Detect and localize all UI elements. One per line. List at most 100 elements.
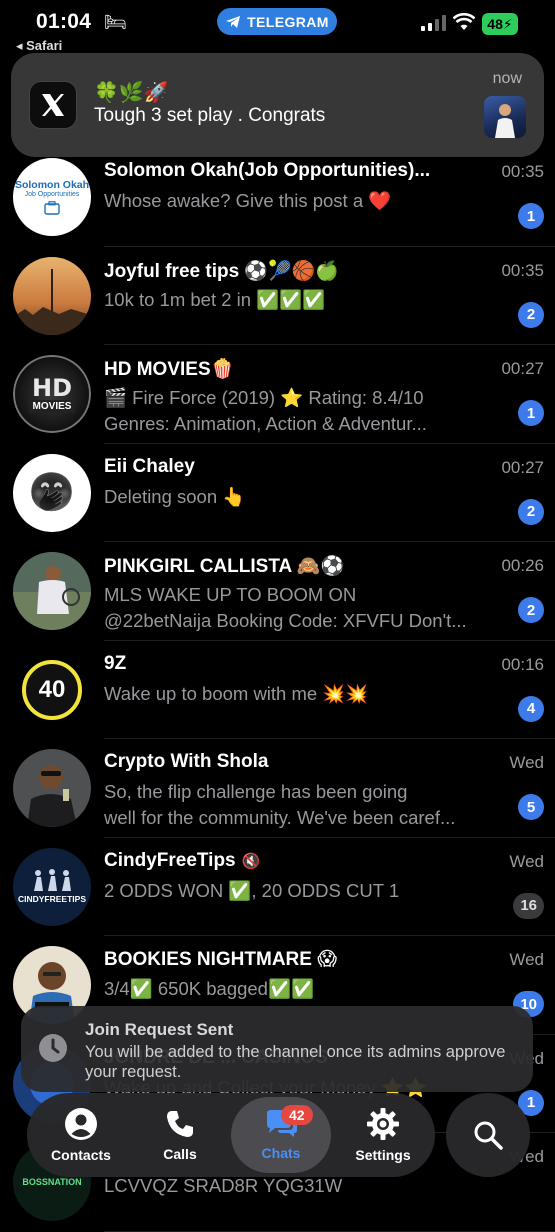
telegram-activity-pill[interactable]: TELEGRAM bbox=[217, 8, 337, 35]
chat-time: Wed bbox=[509, 753, 544, 772]
chat-title-text: CindyFreeTips bbox=[104, 849, 236, 871]
chat-preview-line: 3/4✅ 650K bagged✅✅ bbox=[104, 978, 315, 999]
chat-time: 00:27 bbox=[501, 457, 544, 477]
notification-thumbnail bbox=[484, 96, 526, 138]
pill-label: TELEGRAM bbox=[247, 13, 329, 30]
search-icon bbox=[474, 1121, 503, 1150]
chat-row[interactable]: Joyful free tips ⚽🎾🏀🍏 00:35 10k to 1m be… bbox=[0, 247, 555, 345]
muted-speaker-icon: 🔇 bbox=[241, 852, 261, 870]
chat-title-text: HD MOVIES🍿 bbox=[104, 359, 235, 380]
chat-preview: Whose awake? Give this post a ❤️ bbox=[104, 188, 509, 214]
chat-row[interactable]: 40 9Z 00:16 Wake up to boom with me 💥💥 4 bbox=[0, 641, 555, 739]
notification-message: Tough 3 set play . Congrats bbox=[94, 105, 326, 126]
unread-badge: 2 bbox=[518, 301, 544, 328]
toast-body: You will be added to the channel once it… bbox=[85, 1043, 506, 1081]
chat-preview: 10k to 1m bet 2 in ✅✅✅ bbox=[104, 287, 509, 313]
briefcase-icon bbox=[44, 201, 60, 215]
chat-title: Solomon Okah(Job Opportunities)... bbox=[104, 160, 430, 182]
chat-preview-line: Deleting soon 👆 bbox=[104, 485, 246, 507]
clock: 01:04 bbox=[36, 10, 92, 33]
avatar-text: Solomon Okah bbox=[14, 179, 90, 191]
person-icon bbox=[65, 1108, 97, 1140]
row-divider bbox=[104, 1230, 555, 1232]
tab-settings[interactable]: Settings bbox=[335, 1093, 431, 1177]
gear-icon bbox=[367, 1108, 399, 1140]
battery-level: 48 bbox=[487, 16, 503, 32]
chat-row[interactable]: Solomon Okah Job Opportunities Solomon O… bbox=[0, 148, 555, 247]
chat-preview-line: Whose awake? Give this post a ❤️ bbox=[104, 190, 392, 211]
chat-preview: So, the flip challenge has been going wel… bbox=[104, 779, 509, 831]
x-app-icon bbox=[29, 81, 77, 129]
avatar-text: BOSSNATION bbox=[22, 1177, 82, 1187]
chat-preview: Deleting soon 👆 bbox=[104, 484, 509, 510]
chat-title-text: Joyful free tips ⚽🎾🏀🍏 bbox=[104, 260, 340, 282]
chat-title: HD MOVIES🍿 bbox=[104, 357, 234, 381]
notification-time: now bbox=[492, 70, 522, 87]
chat-time: 00:27 bbox=[501, 359, 544, 378]
chat-time: 00:35 bbox=[501, 260, 544, 280]
x-notification-banner[interactable]: 🍀🌿🚀 Tough 3 set play . Congrats now bbox=[11, 53, 544, 157]
chat-preview-line: Genres: Animation, Action & Adventur... bbox=[104, 413, 427, 434]
unread-badge: 2 bbox=[518, 498, 544, 525]
chat-preview-line: 2 ODDS WON ✅, 20 ODDS CUT 1 bbox=[104, 879, 400, 901]
chat-avatar bbox=[13, 552, 91, 630]
chat-preview-line: Wake up to boom with me 💥💥 bbox=[104, 682, 369, 704]
avatar-text: 40 bbox=[38, 675, 66, 703]
chat-preview-line: 🎬 Fire Force (2019) ⭐ Rating: 8.4/10 bbox=[104, 387, 424, 408]
chat-preview: 2 ODDS WON ✅, 20 ODDS CUT 1 bbox=[104, 878, 509, 904]
status-bar: 01:04 🛏 ◂ Safari TELEGRAM 48 ⚡ bbox=[0, 0, 555, 56]
chat-title: CindyFreeTips 🔇 bbox=[104, 850, 260, 872]
sleep-focus-icon: 🛏 bbox=[104, 12, 127, 32]
chat-avatar: 40 bbox=[13, 650, 91, 729]
avatar-subtext: Job Opportunities bbox=[24, 191, 80, 198]
chat-title-text: Eii Chaley bbox=[104, 455, 195, 477]
chat-preview-line: @22betNaija Booking Code: XFVFU Don't... bbox=[104, 610, 467, 631]
tab-label-contacts: Contacts bbox=[51, 1147, 111, 1163]
avatar-text: CINDYFREETIPS bbox=[17, 894, 86, 904]
chat-time: 00:35 bbox=[501, 162, 544, 181]
chat-title: Joyful free tips ⚽🎾🏀🍏 bbox=[104, 259, 339, 283]
chat-avatar: 🤭 bbox=[13, 453, 91, 532]
chat-row[interactable]: PINKGIRL CALLISTA 🙈⚽ 00:26 MLS WAKE UP T… bbox=[0, 542, 555, 641]
chat-title-text: PINKGIRL CALLISTA 🙈⚽ bbox=[104, 556, 345, 577]
tab-label-settings: Settings bbox=[355, 1147, 411, 1163]
chat-row[interactable]: Crypto With Shola Wed So, the flip chall… bbox=[0, 739, 555, 838]
chat-row[interactable]: CINDYFREETIPS CindyFreeTips 🔇 Wed 2 ODDS … bbox=[0, 838, 555, 936]
chat-row[interactable]: HD MOVIES HD MOVIES🍿 00:27 🎬 Fire Force … bbox=[0, 345, 555, 444]
avatar-emoji: 🤭 bbox=[13, 453, 91, 532]
wifi-icon bbox=[453, 13, 475, 30]
chat-row[interactable]: 🤭 Eii Chaley 00:27 Deleting soon 👆 2 bbox=[0, 444, 555, 542]
avatar-subtext: MOVIES bbox=[28, 399, 76, 413]
chat-time: Wed bbox=[509, 950, 544, 969]
chat-title-text: Crypto With Shola bbox=[104, 751, 269, 772]
tab-label-chats: Chats bbox=[261, 1145, 301, 1161]
chat-title: Crypto With Shola bbox=[104, 751, 269, 773]
chat-avatar: CINDYFREETIPS bbox=[13, 847, 91, 926]
tab-chats[interactable]: Chats 42 bbox=[231, 1097, 331, 1173]
unread-badge: 5 bbox=[518, 794, 544, 820]
phone-icon bbox=[167, 1111, 193, 1137]
chat-title: Eii Chaley bbox=[104, 456, 195, 478]
unread-badge: 2 bbox=[518, 597, 544, 623]
toast-title: Join Request Sent bbox=[85, 1020, 234, 1039]
chat-title: 9Z bbox=[104, 653, 126, 675]
search-button[interactable] bbox=[446, 1093, 530, 1177]
unread-badge: 1 bbox=[518, 400, 544, 426]
tab-bar: Contacts Calls Chats 42 Settings bbox=[27, 1093, 435, 1177]
chat-preview: 🎬 Fire Force (2019) ⭐ Rating: 8.4/10 Genr… bbox=[104, 385, 509, 437]
unread-badge: 4 bbox=[518, 695, 544, 722]
chat-title-text: Solomon Okah(Job Opportunities)... bbox=[104, 160, 431, 181]
chat-title-text: BOOKIES NIGHTMARE 😱 bbox=[104, 949, 338, 970]
avatar-text: HD bbox=[31, 373, 72, 402]
join-request-toast: Join Request Sent You will be added to t… bbox=[21, 1006, 533, 1092]
chat-time: Wed bbox=[509, 851, 544, 871]
unread-badge: 1 bbox=[518, 203, 544, 229]
chat-preview-line: MLS WAKE UP TO BOOM ON bbox=[104, 584, 357, 605]
tab-calls[interactable]: Calls bbox=[135, 1093, 225, 1177]
clock-icon bbox=[39, 1034, 67, 1062]
back-to-safari-link[interactable]: ◂ Safari bbox=[16, 38, 62, 54]
chat-preview-line: well for the community. We've been caref… bbox=[104, 807, 456, 828]
chat-time: 00:16 bbox=[501, 654, 544, 674]
notification-emoji: 🍀🌿🚀 bbox=[94, 82, 169, 104]
tab-contacts[interactable]: Contacts bbox=[33, 1093, 129, 1177]
